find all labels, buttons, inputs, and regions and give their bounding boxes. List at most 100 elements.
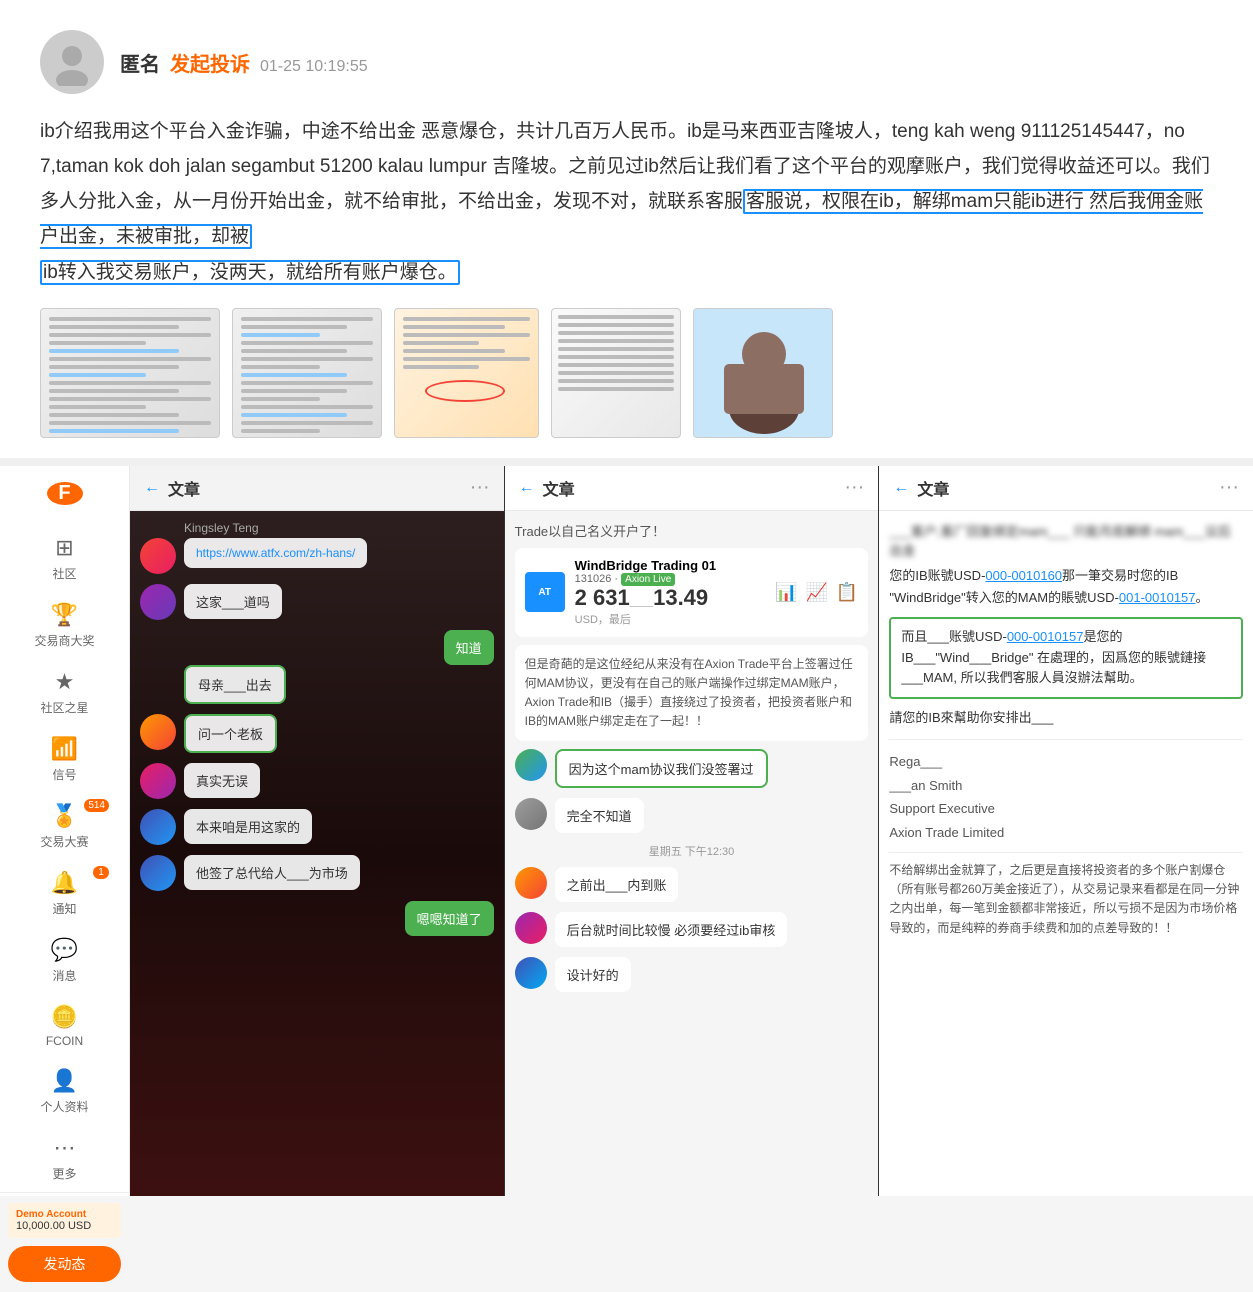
chat-bubble: 他签了总代给人___为市场 (184, 855, 360, 890)
chat-sender-name: Kingsley Teng (184, 521, 494, 535)
panel2-body: 但是奇葩的是这位经纪从来没有在Axion Trade平台上签署过任何MAM协议，… (515, 645, 869, 742)
panel2-subtitle: Trade以自己名义开户了！ (515, 521, 869, 540)
blurred-text-1: ___客户,客厂回复绑定mam___ 只能月底解绑 mam___议后出金 (889, 521, 1243, 559)
chat-bubble-right: 知道 (444, 630, 494, 665)
chat-message: 本来咱是用这家的 (140, 809, 494, 845)
attachment-image-4[interactable] (551, 308, 681, 438)
panel-2-content: Trade以自己名义开户了！ AT WindBridge Trading 01 … (505, 511, 879, 1196)
complaint-tag: 发起投诉 (170, 48, 250, 77)
panel-3-header-left: ← 文章 (893, 476, 949, 500)
messages-icon: 💬 (51, 937, 78, 963)
regards: Rega___ (889, 750, 1243, 773)
sidebar-logo: F (47, 482, 83, 505)
chat2-bubble: 后台就时间比较慢 必须要经过ib审核 (555, 912, 788, 947)
sidebar-item-traders[interactable]: 🏆 交易商大奖 (0, 592, 129, 659)
attachment-image-1[interactable] (40, 308, 220, 438)
chat2-avatar (515, 912, 547, 944)
chat-right-wrap: 知道 (140, 630, 494, 665)
sidebar-item-profile[interactable]: 👤 个人资料 (0, 1058, 129, 1125)
chat-bubble: 真实无误 (184, 763, 260, 798)
chat-bubble: 这家___道吗 (184, 584, 282, 619)
panel-2-header: ← 文章 ··· (505, 466, 879, 511)
panel3-signature: Rega___ ___an Smith Support Executive Ax… (889, 750, 1243, 844)
demo-account[interactable]: Demo Account 10,000.00 USD (8, 1203, 121, 1238)
complaint-images (40, 308, 1213, 438)
broker-name: WindBridge Trading 01 (575, 558, 716, 573)
data-icon[interactable]: 📋 (836, 582, 858, 603)
notify-badge: 1 (93, 866, 109, 879)
chat-avatar (140, 714, 176, 750)
traders-icon: 🏆 (51, 602, 78, 628)
sidebar-item-label: 个人资料 (40, 1098, 88, 1115)
attachment-image-3[interactable] (394, 308, 539, 438)
trend-icon[interactable]: 📈 (806, 582, 828, 603)
chat-right-wrap: 嗯嗯知道了 (140, 901, 494, 936)
panel-1-header-left: ← 文章 (144, 476, 200, 500)
chat-avatar (140, 584, 176, 620)
chat2-avatar (515, 749, 547, 781)
chat-avatar (140, 763, 176, 799)
live-badge: Axion Live (621, 573, 675, 586)
panel-2-back-button[interactable]: ← (519, 479, 535, 497)
chat2-message: 后台就时间比较慢 必须要经过ib审核 (515, 912, 869, 947)
panel3-highlight-box: 而且___账號USD-000-0010157是您的IB___"Wind___Br… (889, 617, 1243, 699)
sidebar-item-signals[interactable]: 📶 信号 (0, 726, 129, 793)
panel-1-header: ← 文章 ··· (130, 466, 504, 511)
chart-icon[interactable]: 📊 (775, 582, 797, 603)
sidebar-item-label: 交易商大奖 (34, 632, 94, 649)
panel-1-back-button[interactable]: ← (144, 479, 160, 497)
panel-2-more-button[interactable]: ··· (844, 476, 864, 499)
rep-title: Support Executive (889, 797, 1243, 820)
panel-1-more-button[interactable]: ··· (470, 476, 490, 499)
sidebar-item-notify[interactable]: 1 🔔 通知 (0, 860, 129, 927)
complaint-header: 匿名 发起投诉 01-25 10:19:55 (40, 30, 1213, 94)
chat-message: 真实无误 (140, 763, 494, 799)
sidebar-item-community[interactable]: ⊞ 社区 (0, 525, 129, 592)
panel3-link2[interactable]: 001-0010157 (1119, 590, 1196, 605)
sidebar-item-stars[interactable]: ★ 社区之星 (0, 659, 129, 726)
sidebar-item-contest[interactable]: 514 🏅 交易大赛 (0, 793, 129, 860)
sidebar-item-fcoin[interactable]: 🪙 FCOIN (0, 994, 129, 1058)
chat-avatar (140, 809, 176, 845)
attachment-image-5[interactable] (693, 308, 833, 438)
sidebar-item-label: 更多 (52, 1165, 76, 1182)
panel-3-content: ___客户,客厂回复绑定mam___ 只能月底解绑 mam___议后出金 您的I… (879, 511, 1253, 1196)
chat2-message: 设计好的 (515, 957, 869, 992)
amount: 2 631___13.49 (575, 585, 716, 611)
panel-3: ← 文章 ··· ___客户,客厂回复绑定mam___ 只能月底解绑 mam__… (879, 466, 1253, 1196)
complaint-section: 匿名 发起投诉 01-25 10:19:55 ib介绍我用这个平台入金诈骗，中途… (0, 0, 1253, 466)
chat-bubble: 本来咱是用这家的 (184, 809, 312, 844)
panel3-link1[interactable]: 000-0010160 (985, 568, 1062, 583)
chat-bubble-right: 嗯嗯知道了 (405, 901, 494, 936)
sidebar-item-messages[interactable]: 💬 消息 (0, 927, 129, 994)
signals-icon: 📶 (51, 736, 78, 762)
broker-card: AT WindBridge Trading 01 131026 · Axion … (515, 548, 869, 637)
community-icon: ⊞ (55, 535, 73, 561)
demo-account-value: 10,000.00 USD (16, 1220, 113, 1232)
sidebar-item-label: 信号 (52, 766, 76, 783)
panel-3-more-button[interactable]: ··· (1219, 476, 1239, 499)
panel3-link3: 000-0010157 (1007, 629, 1084, 644)
broker-info: WindBridge Trading 01 131026 · Axion Liv… (575, 558, 716, 627)
sidebar-item-label: 通知 (52, 900, 76, 917)
panel-3-back-button[interactable]: ← (893, 479, 909, 497)
fcoin-icon: 🪙 (51, 1004, 78, 1030)
highlight-text-1: 客服说，权限在ib，解绑mam只能ib进行 然后我佣金账户出金，未被审批，却被 (40, 189, 1203, 249)
post-button[interactable]: 发动态 (8, 1246, 121, 1282)
sidebar-item-more[interactable]: ⋯ 更多 (0, 1125, 129, 1192)
attachment-image-2[interactable] (232, 308, 382, 438)
panel-1-content: Kingsley Teng https://www.atfx.com/zh-ha… (130, 511, 504, 1196)
bottom-area: F ⊞ 社区 🏆 交易商大奖 ★ 社区之星 📶 信号 514 🏅 交易大赛 1 … (0, 466, 1253, 1196)
complaint-time: 01-25 10:19:55 (260, 58, 368, 76)
atfx-logo: AT (525, 572, 565, 612)
chat-bubble: 母亲___出去 (184, 665, 286, 704)
sidebar-item-label: 社区之星 (40, 699, 88, 716)
rep-name: ___an Smith (889, 774, 1243, 797)
chat2-message: 完全不知道 (515, 798, 869, 833)
chat2-avatar (515, 957, 547, 989)
chat2-bubble: 因为这个mam协议我们没签署过 (555, 749, 768, 788)
highlight-text-2: ib转入我交易账户，没两天，就给所有账户爆仓。 (40, 260, 460, 285)
chat2-message: 因为这个mam协议我们没签署过 (515, 749, 869, 788)
account-id: 131026 · Axion Live (575, 573, 716, 585)
avatar (40, 30, 104, 94)
